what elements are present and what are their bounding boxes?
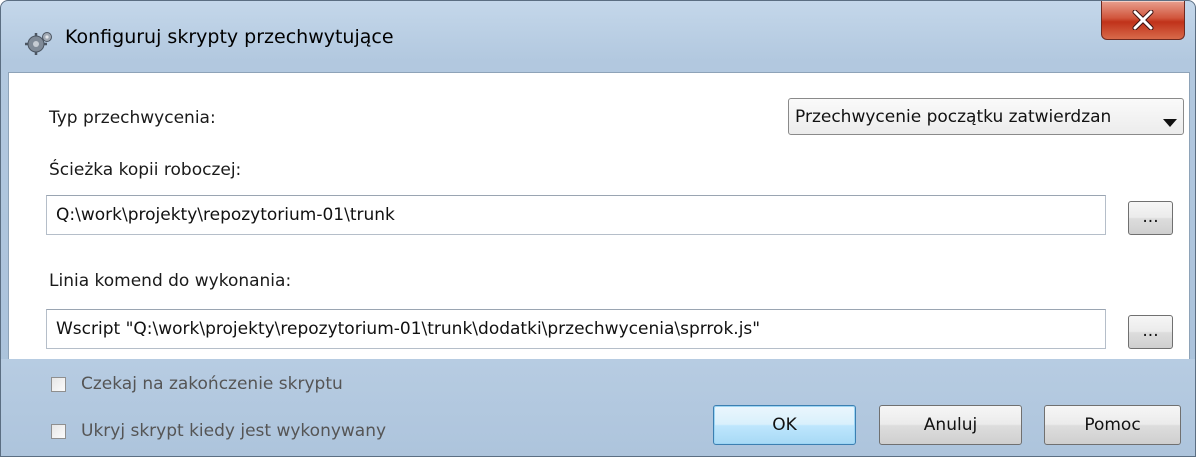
hook-type-label: Typ przechwycenia:: [49, 108, 216, 128]
hide-checkbox[interactable]: [51, 424, 66, 439]
chevron-down-icon: [1163, 113, 1177, 132]
browse-button-label: ...: [1142, 207, 1159, 227]
help-button-label: Pomoc: [1084, 415, 1141, 435]
working-copy-input[interactable]: Q:\work\projekty\repozytorium-01\trunk: [46, 195, 1106, 235]
browse-command-button[interactable]: ...: [1128, 315, 1173, 349]
wait-checkbox-label: Czekaj na zakończenie skryptu: [81, 374, 343, 394]
command-label: Linia komend do wykonania:: [49, 271, 292, 291]
working-copy-label: Ścieżka kopii roboczej:: [49, 160, 242, 180]
ok-button-label: OK: [772, 415, 797, 435]
browse-working-copy-button[interactable]: ...: [1128, 201, 1173, 235]
cancel-button[interactable]: Anuluj: [879, 405, 1022, 445]
wait-checkbox[interactable]: [51, 377, 66, 392]
title-bar[interactable]: Konfiguruj skrypty przechwytujące: [1, 1, 1195, 71]
window-title: Konfiguruj skrypty przechwytujące: [65, 26, 394, 48]
cancel-button-label: Anuluj: [923, 415, 978, 435]
command-input[interactable]: Wscript "Q:\work\projekty\repozytorium-0…: [46, 309, 1106, 349]
command-value: Wscript "Q:\work\projekty\repozytorium-0…: [56, 319, 761, 339]
hide-checkbox-label: Ukryj skrypt kiedy jest wykonywany: [81, 421, 387, 441]
hook-type-value: Przechwycenie początku zatwierdzan: [795, 107, 1112, 127]
working-copy-value: Q:\work\projekty\repozytorium-01\trunk: [56, 205, 395, 225]
help-button[interactable]: Pomoc: [1044, 405, 1181, 445]
close-button[interactable]: [1101, 1, 1185, 40]
dialog-window: Konfiguruj skrypty przechwytujące Typ pr…: [0, 0, 1196, 457]
gears-icon: [23, 29, 55, 57]
hook-type-select[interactable]: Przechwycenie początku zatwierdzan: [788, 98, 1184, 135]
ok-button[interactable]: OK: [713, 405, 856, 445]
browse-command-button-label: ...: [1142, 321, 1159, 341]
